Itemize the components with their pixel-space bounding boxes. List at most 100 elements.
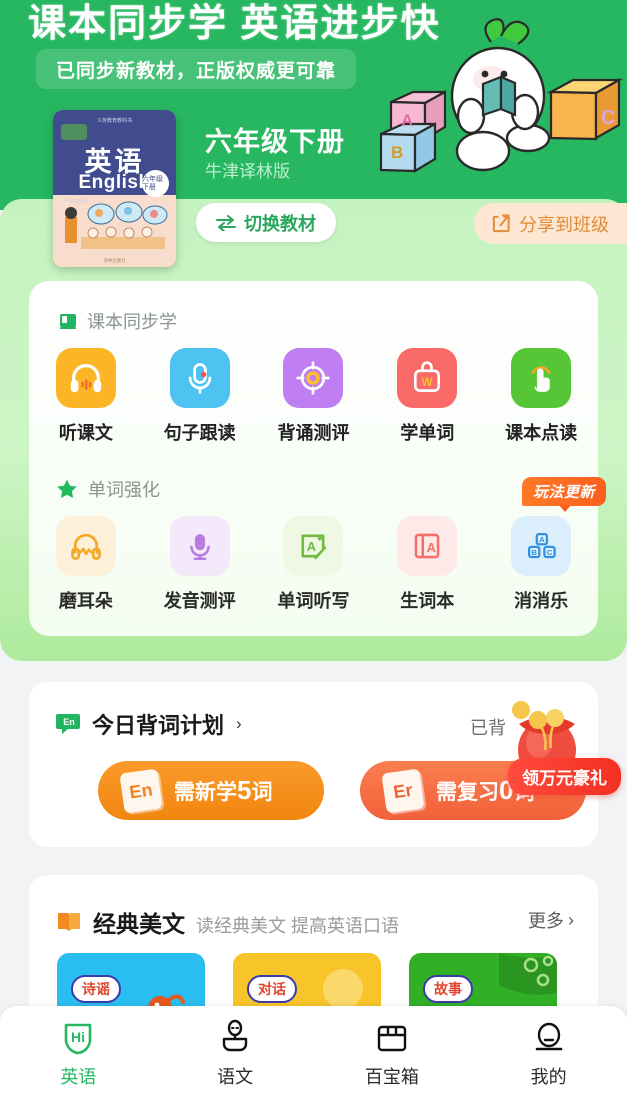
pill-new-words-label: 需新学5词 xyxy=(174,775,273,805)
feature-label: 句子跟读 xyxy=(163,423,236,443)
feature-learn-words[interactable]: W 学单词 xyxy=(370,348,484,445)
more-label: 更多 xyxy=(528,911,564,931)
header-subtitle-pill: 已同步新教材，正版权威更可靠 xyxy=(36,49,357,89)
essay-card-label: 对话 xyxy=(247,975,297,1003)
person-icon xyxy=(535,1022,562,1051)
feature-point-read[interactable]: 课本点读 xyxy=(484,348,598,445)
feature-word-dictation[interactable]: A 单词听写 xyxy=(257,516,371,613)
essay-card-label: 诗谣 xyxy=(71,975,121,1003)
microphone-icon-tile xyxy=(169,348,230,408)
feature-ear-training[interactable]: 磨耳朵 xyxy=(29,516,143,613)
gift-reward-badge[interactable]: 领万元豪礼 xyxy=(508,758,621,795)
share-to-class-label: 分享到班级 xyxy=(519,214,609,235)
abc-blocks-icon-tile: ABC xyxy=(511,516,572,576)
feature-listen-text[interactable]: 听课文 xyxy=(29,348,143,445)
grade-label: 六年级下册 xyxy=(205,127,345,157)
word-plan-title: 今日背词计划 xyxy=(92,713,225,738)
press-label: 牛津译林版 xyxy=(205,162,290,181)
mascot-illustration: A B C xyxy=(379,18,623,173)
feature-new-word-book[interactable]: A 生词本 xyxy=(370,516,484,613)
book-publisher-line: 义务教育教科书 xyxy=(96,118,133,124)
section-title-word: 单词强化 xyxy=(88,480,160,500)
more-essays-button[interactable]: 更多 › xyxy=(528,907,574,933)
svg-text:C: C xyxy=(547,548,553,557)
feature-recite-test[interactable]: 背诵测评 xyxy=(257,348,371,445)
svg-text:A: A xyxy=(539,535,545,544)
book-grade-badge: 六年级 下册 xyxy=(142,170,169,197)
hi-shield-icon: Hi xyxy=(65,1023,92,1055)
tab-chinese[interactable]: 语文 xyxy=(157,1006,314,1102)
tap-hand-icon-tile xyxy=(511,348,572,408)
feature-label: 发音测评 xyxy=(163,591,236,611)
section-header-sync: 课本同步学 xyxy=(58,308,177,334)
a-plus-pencil-icon: A xyxy=(302,534,327,560)
feature-grid-sync: 听课文 句子跟读 背诵测评 W 学单词 课本点读 xyxy=(29,348,598,445)
feature-sentence-read[interactable]: 句子跟读 xyxy=(143,348,257,445)
tab-label: 百宝箱 xyxy=(364,1067,419,1087)
microphone-icon xyxy=(188,363,211,394)
classic-essays-subtitle: 读经典美文 提高英语口语 xyxy=(196,916,399,936)
svg-text:C: C xyxy=(601,107,615,129)
headphones-wave-icon-tile xyxy=(55,516,116,576)
feature-label: 消消乐 xyxy=(514,591,569,611)
book-classroom-illustration xyxy=(65,201,168,249)
svg-text:B: B xyxy=(391,143,403,162)
textbook-cover[interactable]: 义务教育教科书 英语 English 六年级 下册 一年级起点 译林出版社 xyxy=(53,110,176,267)
tap-hand-icon xyxy=(531,366,551,392)
classic-essays-title: 经典美文 xyxy=(93,911,185,937)
svg-text:W: W xyxy=(422,376,434,389)
tab-mine[interactable]: 我的 xyxy=(470,1006,627,1102)
tab-label: 语文 xyxy=(217,1067,254,1087)
tab-label: 我的 xyxy=(530,1067,567,1087)
target-icon-tile xyxy=(283,348,344,408)
word-plan-header[interactable]: En 今日背词计划 › xyxy=(56,708,242,740)
section-header-word: 单词强化 xyxy=(55,476,160,502)
target-icon xyxy=(296,361,331,395)
toolbox-icon xyxy=(377,1025,407,1052)
app-screen: 课本同步学 英语进步快 已同步新教材，正版权威更可靠 A B C 义务教育教科书… xyxy=(0,0,627,1102)
tab-label: 英语 xyxy=(60,1067,97,1087)
feature-match-game[interactable]: ABC 消消乐 xyxy=(484,516,598,613)
svg-text:A: A xyxy=(307,539,316,554)
feature-label: 听课文 xyxy=(58,423,113,443)
star-icon xyxy=(57,479,77,498)
orange-book-icon xyxy=(58,913,80,931)
tab-toolbox[interactable]: 百宝箱 xyxy=(314,1006,471,1102)
share-to-class-button[interactable]: 分享到班级 xyxy=(474,203,627,244)
switch-textbook-button[interactable]: 切换教材 xyxy=(196,203,336,242)
a-plus-pencil-icon-tile: A xyxy=(283,516,344,576)
feature-grid-word: 磨耳朵 发音测评 A 单词听写 A 生词本 A B C 消消乐 xyxy=(29,516,598,613)
headphones-wave-icon xyxy=(71,533,101,560)
word-bag-icon-tile: W xyxy=(397,348,458,408)
microphone-soft-icon-tile xyxy=(169,516,230,576)
tab-english[interactable]: Hi 英语 xyxy=(0,1006,157,1102)
feature-label: 单词听写 xyxy=(277,591,350,611)
feature-label: 课本点读 xyxy=(505,423,578,443)
headphones-icon xyxy=(70,364,102,393)
feature-label: 学单词 xyxy=(400,423,455,443)
word-plan-done-label: 已背 xyxy=(470,718,506,738)
headphones-icon-tile xyxy=(55,348,116,408)
pill-new-words[interactable]: En 需新学5词 xyxy=(98,761,324,820)
inkstone-icon xyxy=(222,1019,248,1052)
book-footer: 译林出版社 xyxy=(103,258,126,263)
classic-essays-header: 经典美文 读经典美文 提高英语口语 xyxy=(56,905,399,939)
chevron-right-icon: › xyxy=(236,714,242,733)
switch-textbook-label: 切换教材 xyxy=(244,213,316,234)
open-book-a-icon: A xyxy=(414,533,440,559)
feature-label: 背诵测评 xyxy=(277,423,350,443)
svg-text:A: A xyxy=(427,540,436,555)
section-title-sync: 课本同步学 xyxy=(87,312,177,332)
microphone-icon xyxy=(189,534,210,561)
abc-blocks-icon: AB C xyxy=(528,532,556,559)
feature-label: 磨耳朵 xyxy=(58,591,113,611)
word-bag-icon: W xyxy=(414,361,441,392)
swap-arrows-icon xyxy=(216,214,236,231)
en-tag-icon: En xyxy=(56,714,80,734)
feature-pronunciation-test[interactable]: 发音测评 xyxy=(143,516,257,613)
svg-text:A: A xyxy=(401,111,413,130)
bottom-tab-bar: Hi 英语 语文 百宝箱 我的 xyxy=(0,1006,627,1102)
open-book-a-icon-tile: A xyxy=(397,516,458,576)
er-card-icon: Er xyxy=(381,768,425,813)
book-seal xyxy=(61,124,87,140)
